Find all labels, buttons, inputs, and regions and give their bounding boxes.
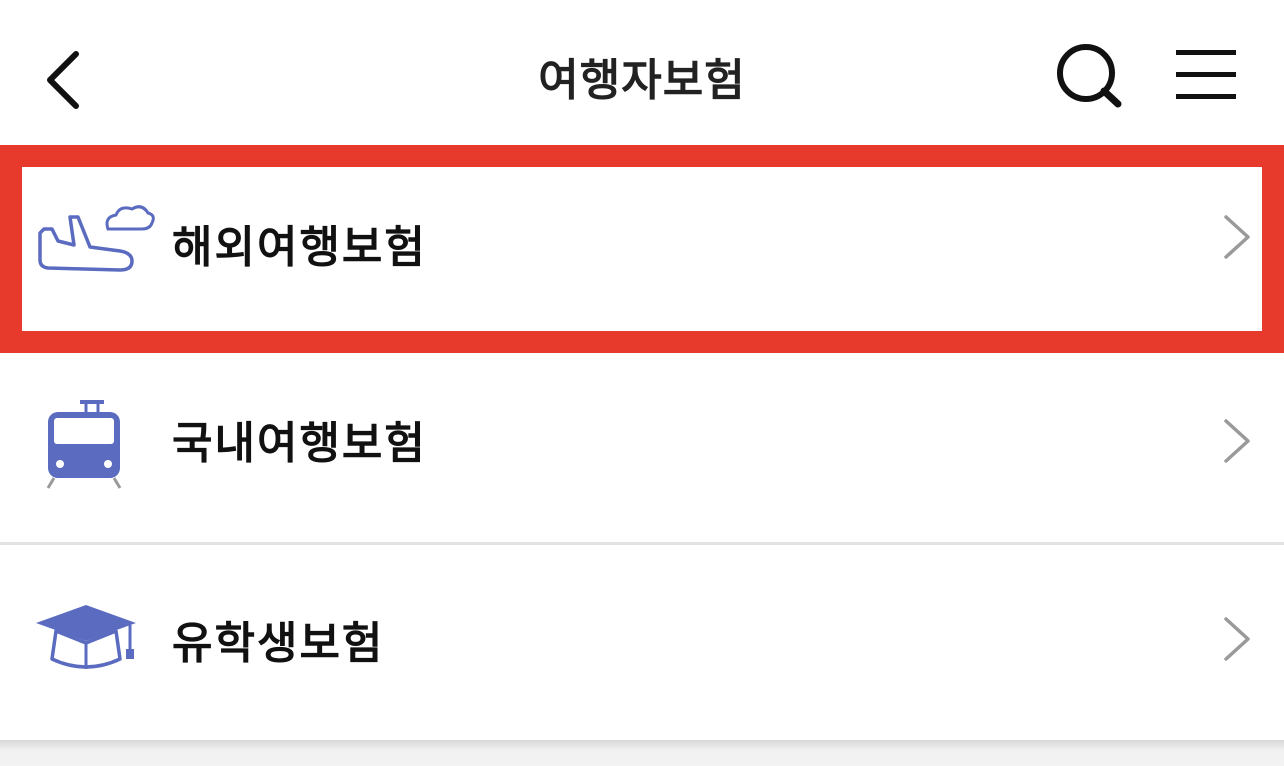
graduation-cap-icon [30, 593, 160, 693]
chevron-right-icon [1218, 211, 1254, 263]
train-icon [30, 398, 160, 498]
list-item-student-insurance[interactable]: 유학생보험 [0, 545, 1284, 740]
search-button[interactable] [1050, 40, 1130, 110]
hamburger-menu-icon [1176, 50, 1236, 99]
list-item-label: 해외여행보험 [172, 222, 427, 273]
chevron-right-icon [1218, 613, 1254, 665]
bottom-shadow [0, 740, 1284, 766]
chevron-right-icon [1218, 415, 1254, 467]
search-icon [1057, 44, 1122, 108]
list-item-label: 유학생보험 [172, 618, 385, 669]
menu-button[interactable] [1168, 44, 1244, 104]
list-item-domestic-travel-insurance[interactable]: 국내여행보험 [0, 353, 1284, 542]
app-header: 여행자보험 [0, 0, 1284, 145]
airplane-icon [30, 195, 160, 295]
list-item-label: 국내여행보험 [172, 418, 427, 469]
list-item-overseas-travel-insurance[interactable]: 해외여행보험 [0, 145, 1284, 353]
